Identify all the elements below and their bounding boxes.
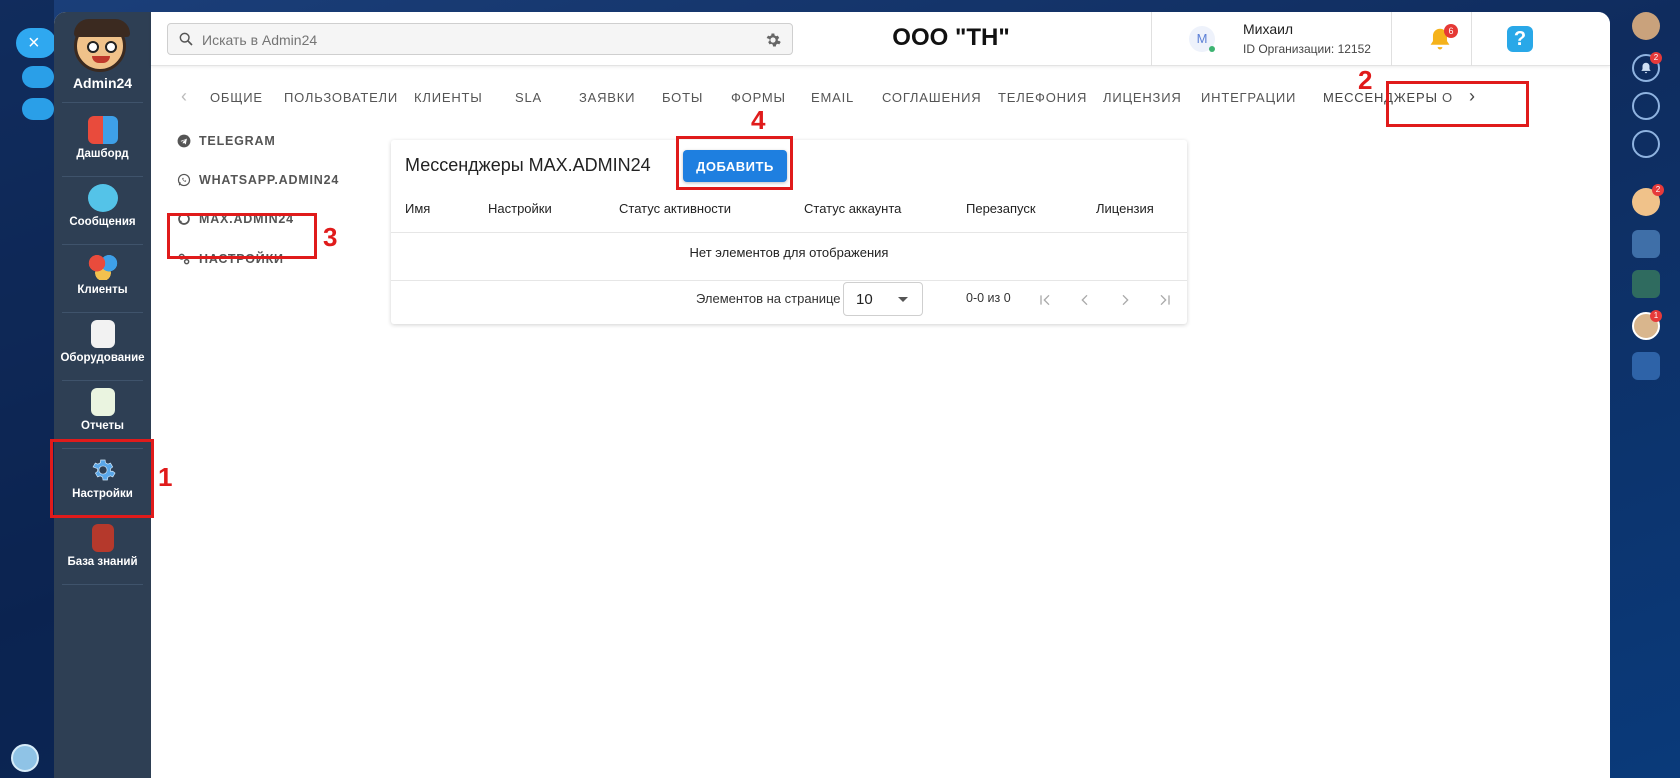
chat-search-icon[interactable] [1632, 130, 1660, 158]
notifications-badge: 6 [1444, 24, 1458, 38]
next-page-icon[interactable] [1117, 292, 1133, 308]
column-header-restart[interactable]: Перезапуск [966, 201, 1036, 216]
tab-email[interactable]: EMAIL [811, 90, 854, 105]
messages-icon [87, 184, 118, 212]
clients-icon [87, 252, 118, 280]
tab-license[interactable]: ЛИЦЕНЗИЯ [1103, 90, 1182, 105]
bottom-avatar[interactable] [11, 744, 39, 772]
search-settings-icon[interactable] [764, 31, 782, 49]
document-app-icon[interactable] [1632, 270, 1660, 298]
telegram-icon [177, 134, 191, 148]
equipment-icon [90, 320, 115, 348]
annotation-box-messengers-tab [1386, 81, 1529, 127]
tab-general[interactable]: ОБЩИЕ [210, 90, 263, 105]
items-per-page-label: Элементов на странице [696, 291, 841, 306]
nav-clients[interactable]: Клиенты [54, 244, 151, 312]
spiral-icon[interactable] [1632, 92, 1660, 120]
tab-integrations[interactable]: ИНТЕГРАЦИИ [1201, 90, 1296, 105]
help-button[interactable]: ? [1507, 26, 1533, 52]
annotation-box-max-subnav [167, 213, 317, 259]
admin24-avatar[interactable]: 2 [1632, 184, 1664, 216]
last-page-icon[interactable] [1157, 292, 1173, 308]
dropdown-caret-icon [898, 297, 908, 302]
contact-avatar[interactable]: 1 [1632, 310, 1662, 340]
org-id: ID Организации: 12152 [1243, 42, 1371, 56]
annotation-number-2: 2 [1358, 65, 1373, 95]
subnav-whatsapp[interactable]: WHATSAPP.ADMIN24 [177, 173, 339, 187]
nav-messages[interactable]: Сообщения [54, 176, 151, 244]
link-icon [22, 66, 54, 88]
tab-users[interactable]: ПОЛЬЗОВАТЕЛИ [284, 90, 398, 105]
dashboard-icon [87, 116, 118, 144]
admin24-window: Admin24 Дашборд Сообщения Клиенты Оборуд… [54, 12, 1610, 778]
nav-equipment[interactable]: Оборудование [54, 312, 151, 380]
column-header-activity-status[interactable]: Статус активности [619, 201, 731, 216]
tabs-scroll-left-icon[interactable]: ‹ [181, 86, 187, 107]
column-header-name[interactable]: Имя [405, 201, 430, 216]
tab-forms[interactable]: ФОРМЫ [731, 90, 786, 105]
tab-sla[interactable]: SLA [515, 90, 542, 105]
close-panel-button[interactable]: × [16, 28, 56, 58]
online-status-dot [1209, 46, 1215, 52]
card-title: Мессенджеры MAX.ADMIN24 [405, 155, 651, 175]
annotation-number-4: 4 [751, 105, 766, 135]
profile-avatar[interactable] [1632, 12, 1660, 40]
nav-reports[interactable]: Отчеты [54, 380, 151, 448]
bell-icon[interactable]: 2 [1632, 52, 1662, 82]
annotation-box-add-button [676, 136, 793, 190]
first-page-icon[interactable] [1037, 292, 1053, 308]
org-title: ООО "ТН" [892, 24, 1010, 51]
pagination-range: 0-0 из 0 [966, 291, 1011, 305]
chat-app-icon[interactable] [1632, 230, 1660, 258]
nav-dashboard[interactable]: Дашборд [54, 108, 151, 176]
search-box[interactable] [167, 23, 793, 55]
bookmark-icon[interactable] [1632, 352, 1660, 380]
reports-icon [90, 388, 115, 416]
app-name: Admin24 [72, 75, 133, 91]
tab-agreements[interactable]: СОГЛАШЕНИЯ [882, 90, 981, 105]
whatsapp-icon [177, 173, 191, 187]
tab-bots[interactable]: БОТЫ [662, 90, 703, 105]
items-per-page-select[interactable]: 10 [843, 282, 923, 316]
admin24-logo [74, 19, 130, 72]
annotation-box-settings [50, 439, 154, 518]
annotation-number-3: 3 [323, 222, 338, 252]
background-sidebar: × [0, 0, 56, 778]
search-input[interactable] [202, 28, 742, 52]
open-external-icon [22, 98, 54, 120]
tab-requests[interactable]: ЗАЯВКИ [579, 90, 635, 105]
main-nav: Admin24 Дашборд Сообщения Клиенты Оборуд… [54, 12, 151, 778]
user-name[interactable]: Михаил [1243, 21, 1293, 37]
empty-table-message: Нет элементов для отображения [689, 245, 889, 260]
tab-clients[interactable]: КЛИЕНТЫ [414, 90, 483, 105]
knowledge-base-icon [91, 524, 114, 552]
annotation-number-1: 1 [158, 462, 173, 492]
top-header: ООО "ТН" М Михаил ID Организации: 12152 … [151, 12, 1610, 66]
column-header-license[interactable]: Лицензия [1096, 201, 1154, 216]
subnav-telegram[interactable]: TELEGRAM [177, 134, 276, 148]
nav-knowledge-base[interactable]: База знаний [54, 516, 151, 584]
previous-page-icon[interactable] [1077, 292, 1093, 308]
search-icon [179, 32, 193, 46]
right-toolbar: 2 2 1 [1610, 0, 1680, 778]
tab-telephony[interactable]: ТЕЛЕФОНИЯ [998, 90, 1087, 105]
column-header-account-status[interactable]: Статус аккаунта [804, 201, 901, 216]
column-header-settings[interactable]: Настройки [488, 201, 552, 216]
